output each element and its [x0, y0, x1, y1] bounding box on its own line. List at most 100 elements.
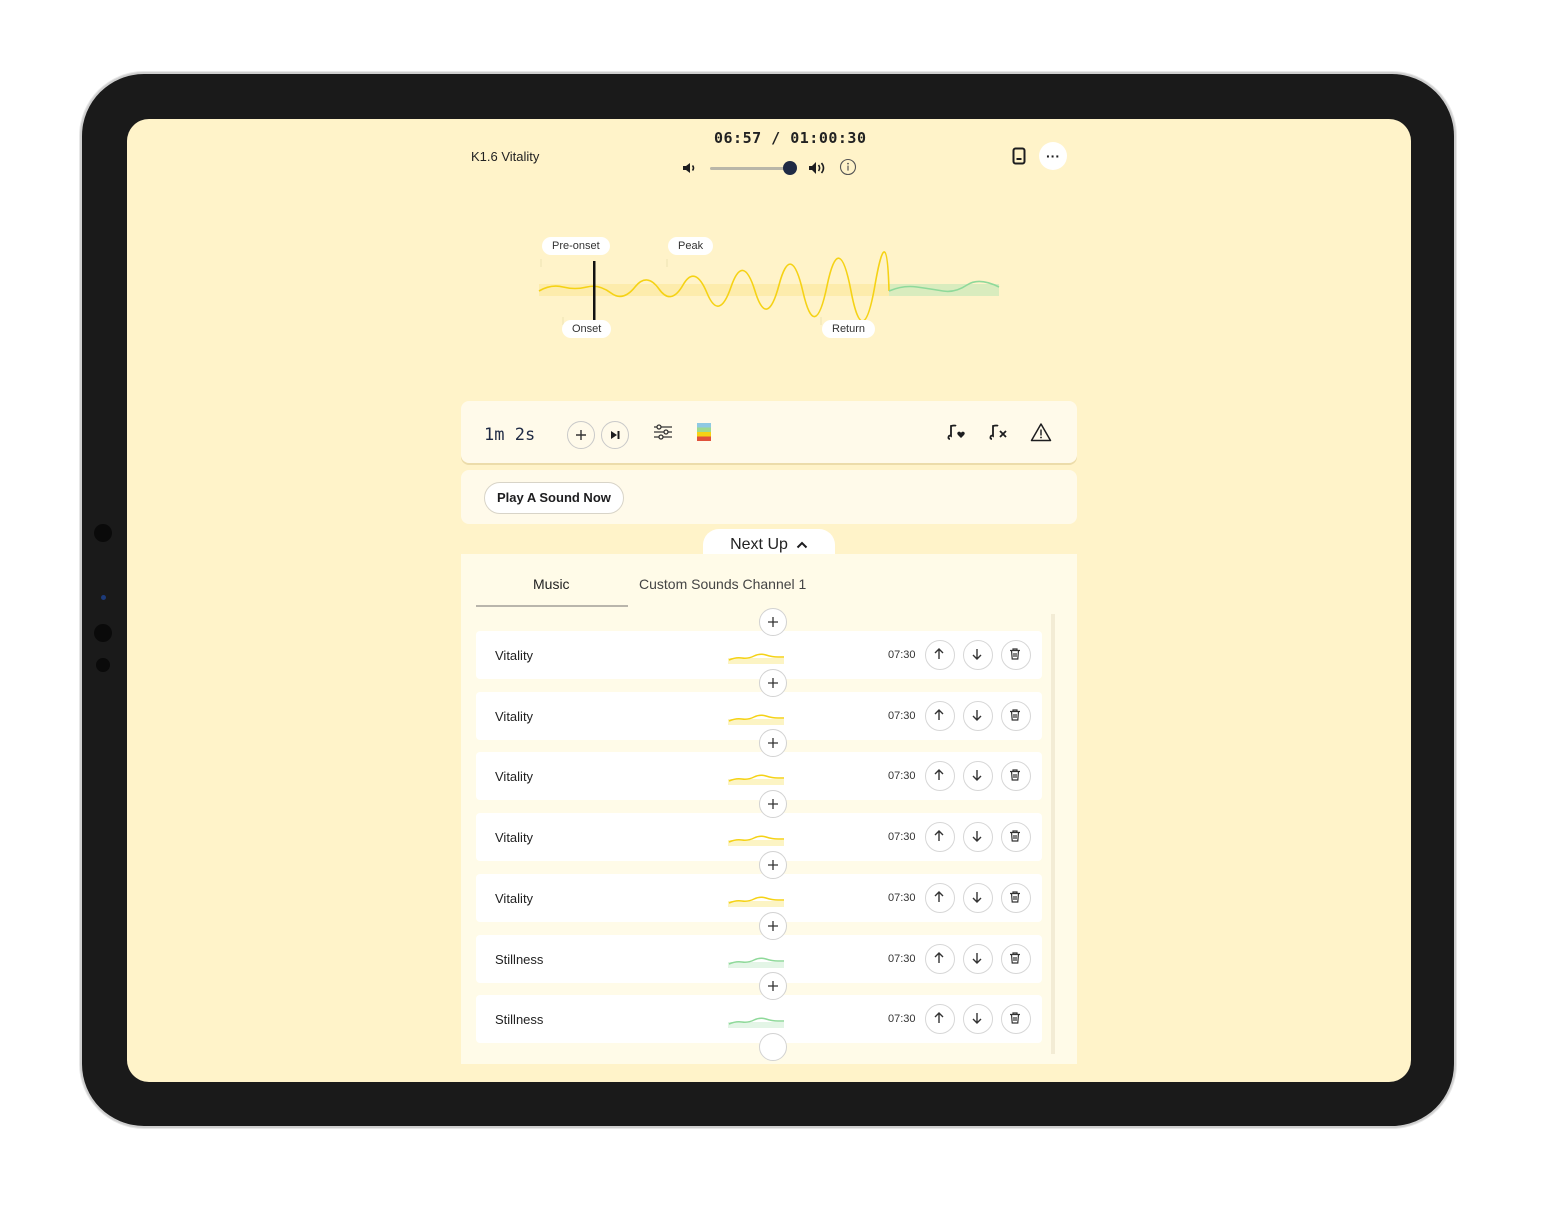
plus-icon	[768, 859, 778, 870]
track-duration: 07:30	[888, 649, 916, 661]
marker-onset[interactable]: Onset	[562, 320, 612, 338]
insert-track-button[interactable]	[759, 911, 787, 940]
move-up-button[interactable]	[925, 882, 955, 913]
move-down-button[interactable]	[963, 822, 993, 853]
track-name: Stillness	[495, 1012, 544, 1028]
delete-button[interactable]	[1001, 882, 1031, 913]
plus-icon	[768, 920, 778, 931]
move-down-button[interactable]	[963, 761, 993, 792]
music-x-icon[interactable]	[989, 423, 1009, 441]
volume-slider-thumb[interactable]	[783, 161, 797, 175]
move-down-button[interactable]	[963, 640, 993, 670]
add-time-button[interactable]	[567, 421, 595, 449]
tab-music[interactable]: Music	[533, 576, 570, 592]
queue-row: Stillness 07:30	[476, 934, 1042, 983]
track-wave	[728, 653, 784, 664]
track-name: Vitality	[495, 708, 534, 724]
move-down-button[interactable]	[963, 882, 993, 913]
plus-icon	[768, 738, 778, 749]
move-down-button[interactable]	[963, 943, 993, 974]
track-duration: 07:30	[888, 1013, 916, 1026]
arrow-up-icon	[934, 1012, 944, 1024]
arrow-up-icon	[934, 769, 944, 781]
arrow-up-icon	[934, 890, 944, 902]
list-scrollbar[interactable]	[1051, 614, 1055, 1054]
track-name: Vitality	[495, 648, 534, 663]
arrow-up-icon	[934, 830, 944, 842]
chevron-up-icon	[796, 541, 808, 549]
queue-row: Vitality 07:30	[476, 631, 1042, 679]
insert-track-button[interactable]	[759, 608, 787, 636]
track-wave	[728, 896, 784, 907]
music-heart-icon[interactable]	[947, 423, 967, 441]
track-name: Vitality	[495, 769, 534, 785]
active-tab-indicator	[476, 605, 628, 607]
insert-track-button[interactable]	[759, 668, 787, 697]
plus-icon	[768, 617, 778, 627]
queue-row: Vitality 07:30	[476, 873, 1042, 922]
play-sound-now-button[interactable]: Play A Sound Now	[484, 482, 624, 514]
queue-row: Vitality 07:30	[476, 691, 1042, 740]
camera-dot-3	[94, 624, 112, 642]
marker-pre-onset[interactable]: Pre-onset	[542, 237, 610, 255]
warning-icon[interactable]	[1030, 422, 1052, 442]
plus-icon	[768, 677, 778, 688]
marker-peak[interactable]: Peak	[668, 237, 714, 255]
volume-control	[682, 157, 862, 179]
delete-button[interactable]	[1001, 822, 1031, 853]
track-wave	[728, 714, 784, 725]
more-options-button[interactable]: ···	[1039, 142, 1067, 170]
track-name: Stillness	[495, 951, 544, 967]
phone-icon[interactable]	[1012, 147, 1026, 165]
color-bars-icon[interactable]	[697, 423, 711, 441]
playhead[interactable]	[593, 261, 596, 321]
volume-slider[interactable]	[710, 167, 792, 170]
plus-icon	[576, 430, 586, 440]
trash-icon	[1010, 951, 1020, 964]
delete-button[interactable]	[1001, 1004, 1031, 1035]
insert-track-button[interactable]	[759, 790, 787, 819]
track-wave	[728, 956, 784, 968]
info-icon[interactable]	[839, 158, 857, 176]
session-title: K1.6 Vitality	[471, 149, 540, 164]
track-duration: 07:30	[888, 709, 916, 722]
delete-button[interactable]	[1001, 943, 1031, 974]
track-wave	[728, 835, 784, 847]
app-screen: K1.6 Vitality 06:57 / 01:00:30 ··· Pre-o…	[127, 119, 1411, 1082]
track-wave	[728, 1017, 784, 1029]
sliders-icon[interactable]	[653, 423, 673, 441]
tab-custom-sounds[interactable]: Custom Sounds Channel 1	[639, 576, 806, 592]
delete-button[interactable]	[1001, 640, 1031, 670]
track-wave	[728, 774, 784, 786]
arrow-down-icon	[972, 952, 982, 964]
move-up-button[interactable]	[925, 822, 955, 853]
move-up-button[interactable]	[925, 640, 955, 670]
move-up-button[interactable]	[925, 700, 955, 731]
queue-row: Stillness 07:30	[476, 995, 1042, 1044]
move-up-button[interactable]	[925, 1004, 955, 1035]
track-duration: 07:30	[888, 952, 916, 965]
arrow-down-icon	[972, 891, 982, 903]
move-up-button[interactable]	[925, 761, 955, 792]
insert-track-button[interactable]	[759, 850, 787, 879]
move-down-button[interactable]	[963, 700, 993, 731]
move-down-button[interactable]	[963, 1004, 993, 1035]
plus-icon	[768, 799, 778, 810]
insert-track-button[interactable]	[759, 1032, 787, 1061]
arrow-up-icon	[934, 708, 944, 720]
trash-icon	[1010, 891, 1020, 903]
move-up-button[interactable]	[925, 943, 955, 974]
plus-icon	[768, 981, 778, 992]
camera-dot-2	[101, 595, 106, 600]
next-up-list: Music Custom Sounds Channel 1 Vitality 07…	[461, 554, 1077, 1064]
delete-button[interactable]	[1001, 700, 1031, 731]
speaker-low-icon[interactable]	[682, 161, 698, 175]
track-name: Vitality	[495, 890, 534, 906]
speaker-high-icon[interactable]	[808, 160, 828, 176]
insert-track-button[interactable]	[759, 972, 787, 1001]
marker-return[interactable]: Return	[822, 320, 876, 338]
arrow-down-icon	[972, 1013, 982, 1025]
delete-button[interactable]	[1001, 761, 1031, 792]
trash-icon	[1010, 769, 1020, 781]
skip-button[interactable]	[601, 421, 629, 449]
